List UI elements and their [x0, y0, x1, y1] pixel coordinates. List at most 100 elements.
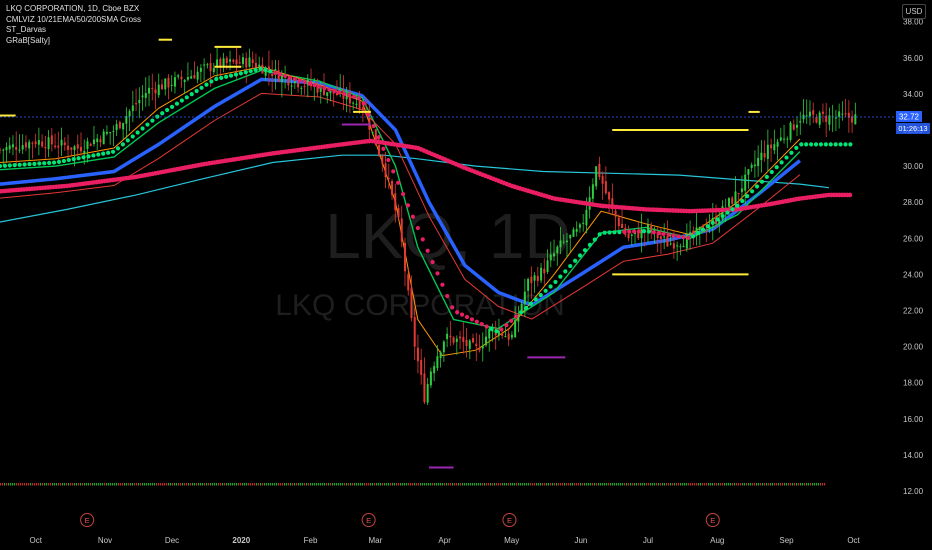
- volume-bar: [812, 483, 814, 486]
- candle-body: [459, 336, 462, 339]
- volume-bar: [96, 483, 98, 486]
- candle-body: [815, 116, 818, 123]
- volume-bar: [492, 483, 494, 486]
- volume-bar: [234, 483, 236, 486]
- volume-bar: [510, 483, 512, 486]
- volume-bar: [662, 483, 664, 486]
- volume-bar: [698, 483, 700, 486]
- volume-bar: [30, 483, 32, 486]
- candle-body: [70, 147, 73, 150]
- volume-bar: [178, 483, 180, 486]
- x-tick-label: 2020: [232, 536, 250, 545]
- volume-bar: [686, 483, 688, 486]
- legend-title[interactable]: LKQ CORPORATION, 1D, Cboe BZX: [6, 4, 141, 15]
- volume-bar: [118, 483, 120, 486]
- grab-dot: [691, 234, 696, 239]
- earnings-markers: EEEE: [80, 513, 720, 527]
- candle-body: [361, 107, 364, 111]
- volume-bar: [596, 483, 598, 486]
- last-price-label: 32.72: [899, 112, 920, 121]
- legend-indicator-darvas[interactable]: ST_Darvas: [6, 25, 141, 36]
- volume-bar: [544, 483, 546, 486]
- candle-body: [11, 144, 14, 148]
- volume-bar: [708, 483, 710, 486]
- candle-body: [115, 124, 118, 131]
- volume-bar: [782, 483, 784, 486]
- volume-bar: [150, 483, 152, 486]
- volume-bar: [236, 483, 238, 486]
- legend-indicator-cmlviz[interactable]: CMLVIZ 10/21EMA/50/200SMA Cross: [6, 15, 141, 26]
- volume-bar: [286, 483, 288, 486]
- volume-bar: [640, 483, 642, 486]
- volume-bar: [78, 483, 80, 486]
- volume-bar: [728, 483, 730, 486]
- volume-bar: [654, 483, 656, 486]
- volume-bar: [522, 483, 524, 486]
- grab-dot: [695, 230, 701, 236]
- volume-bar: [474, 483, 476, 486]
- grab-dot: [125, 138, 130, 143]
- legend-indicator-grab[interactable]: GRaB[Salty]: [6, 36, 141, 47]
- candle-body: [676, 245, 679, 247]
- x-tick-label: Nov: [98, 536, 112, 545]
- volume-bar: [762, 483, 764, 486]
- candle-body: [540, 267, 543, 281]
- candle-body: [808, 111, 811, 117]
- volume-bar: [458, 483, 460, 486]
- candle-body: [154, 89, 157, 94]
- grab-dot: [356, 96, 361, 101]
- volume-bar: [368, 483, 370, 486]
- volume-bar: [134, 483, 136, 486]
- volume-bar: [444, 483, 446, 486]
- volume-bar: [412, 483, 414, 486]
- volume-bar: [502, 483, 504, 486]
- volume-bar: [462, 483, 464, 486]
- grab-dot: [189, 92, 194, 97]
- grab-dot: [686, 235, 691, 241]
- candle-body: [186, 76, 189, 80]
- candle-body: [799, 121, 802, 123]
- volume-bar: [620, 483, 622, 486]
- volume-bar: [766, 483, 768, 486]
- volume-bar: [218, 483, 220, 486]
- volume-bar: [658, 483, 660, 486]
- grab-dot: [110, 149, 116, 154]
- volume-bar: [246, 483, 248, 486]
- candle-body: [682, 246, 685, 248]
- grab-dot: [71, 157, 76, 162]
- volume-bar: [468, 483, 470, 486]
- volume-bar: [254, 483, 256, 486]
- volume-bar: [770, 483, 772, 486]
- volume-bar: [214, 483, 216, 486]
- candle-body: [426, 384, 429, 403]
- currency-badge[interactable]: USD: [902, 4, 926, 19]
- volume-bar: [758, 483, 760, 486]
- volume-bar: [470, 483, 472, 486]
- y-tick-label: 20.00: [903, 343, 924, 352]
- candle-body: [5, 147, 8, 151]
- candle-body: [556, 246, 559, 254]
- volume-bar: [722, 483, 724, 486]
- grab-dot: [602, 230, 607, 235]
- x-tick-label: Mar: [368, 536, 382, 545]
- volume-bar: [26, 483, 28, 486]
- candle-body: [96, 138, 99, 143]
- candle-body: [585, 209, 588, 226]
- volume-bar: [712, 483, 714, 486]
- candle-body: [783, 138, 786, 140]
- grab-dot: [558, 274, 563, 279]
- x-tick-label: Dec: [165, 536, 179, 545]
- volume-bar: [402, 483, 404, 486]
- candle-body: [73, 146, 76, 151]
- slow-ma-dot: [847, 192, 853, 198]
- volume-bar: [606, 483, 608, 486]
- volume-bar: [672, 483, 674, 486]
- volume-bar: [0, 483, 2, 486]
- volume-bar: [584, 483, 586, 486]
- volume-bar: [376, 483, 378, 486]
- grab-dot: [165, 107, 170, 113]
- candle-body: [575, 228, 578, 232]
- price-chart[interactable]: LKQ, 1D LKQ CORPORATION 12.0014.0016.001…: [0, 0, 932, 550]
- candle-body: [378, 144, 381, 156]
- candle-body: [167, 77, 170, 88]
